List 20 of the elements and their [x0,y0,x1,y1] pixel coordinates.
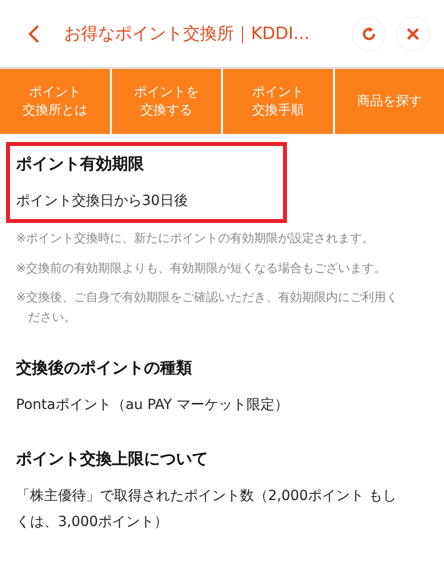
nav-tab[interactable]: ポイント 交換所とは [0,69,110,134]
back-button[interactable] [28,24,40,44]
note-text: ※交換後、ご自身で有効期限をご確認いただき、有効期限内にご利用ください。 [15,289,400,326]
section-heading: 交換後のポイントの種類 [16,358,193,380]
close-button[interactable] [396,16,430,50]
close-icon [406,26,420,40]
section-text: ポイント交換日から30日後 [16,192,189,211]
nav-tab[interactable]: 商品を探す [334,69,444,134]
reload-button[interactable] [352,16,386,50]
section-text: 「株主優待」で取得されたポイント数（2,000ポイント もしくは、3,000ポイント） [16,486,398,532]
note-text: ※ポイント交換時に、新たにポイントの有効期限が設定されます。 [15,230,376,247]
section-text: Pontaポイント（au PAY マーケット限定） [16,396,290,416]
window-title: お得なポイント交換所｜KDDI... [64,23,311,45]
nav-tab[interactable]: ポイント 交換手順 [223,69,332,134]
reload-icon [361,26,377,42]
note-text: ※交換前の有効期限よりも、有効期限が短くなる場合もございます。 [15,260,388,277]
section-heading: ポイント有効期限 [16,154,145,175]
section-heading: ポイント交換上限について [16,448,209,470]
nav-tab[interactable]: ポイントを 交換する [112,69,221,134]
back-icon [28,24,40,44]
